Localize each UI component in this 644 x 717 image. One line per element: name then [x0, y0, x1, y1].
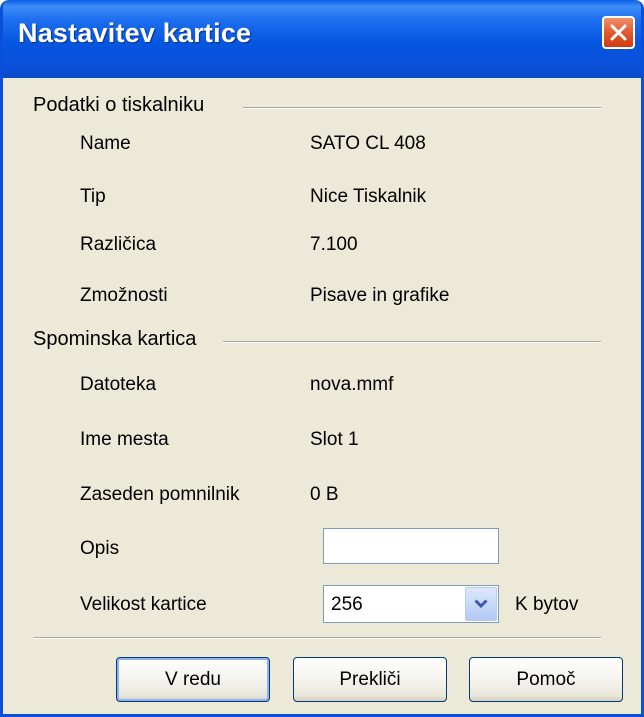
file-value: nova.mmf: [310, 374, 394, 395]
printer-version-value: 7.100: [310, 234, 358, 255]
ok-button[interactable]: V redu: [116, 657, 270, 702]
card-size-label: Velikost kartice: [80, 594, 207, 615]
used-memory-label: Zaseden pomnilnik: [80, 484, 240, 505]
close-button[interactable]: [602, 16, 635, 49]
chevron-down-icon: [474, 599, 488, 609]
close-icon: [610, 24, 627, 41]
description-label: Opis: [80, 538, 120, 559]
printer-type-value: Nice Tiskalnik: [310, 186, 427, 207]
card-size-unit: K bytov: [515, 594, 579, 615]
printer-info-group-title: Podatki o tiskalniku: [33, 94, 205, 116]
slot-name-label: Ime mesta: [80, 429, 169, 450]
printer-name-value: SATO CL 408: [310, 133, 426, 154]
cancel-button[interactable]: Prekliči: [293, 657, 447, 702]
help-button[interactable]: Pomoč: [469, 657, 623, 702]
card-size-value: 256: [331, 594, 363, 615]
printer-capabilities-label: Zmožnosti: [80, 285, 168, 306]
dialog-title: Nastavitev kartice: [18, 18, 252, 48]
title-bar[interactable]: Nastavitev kartice: [3, 0, 641, 78]
memory-card-group-divider: [223, 341, 601, 343]
used-memory-value: 0 B: [310, 484, 339, 505]
printer-name-label: Name: [80, 133, 131, 154]
card-size-dropdown-button[interactable]: [465, 587, 497, 621]
printer-type-label: Tip: [80, 186, 106, 207]
card-size-select[interactable]: 256: [323, 585, 499, 623]
description-input[interactable]: [323, 528, 499, 564]
file-label: Datoteka: [80, 374, 157, 395]
slot-name-value: Slot 1: [310, 429, 359, 450]
printer-group-divider: [243, 107, 601, 109]
button-separator: [33, 637, 601, 639]
printer-capabilities-value: Pisave in grafike: [310, 285, 450, 306]
memory-card-group-title: Spominska kartica: [33, 328, 197, 350]
card-settings-dialog: Nastavitev kartice Podatki o tiskalniku …: [0, 0, 644, 717]
printer-version-label: Različica: [80, 234, 157, 255]
